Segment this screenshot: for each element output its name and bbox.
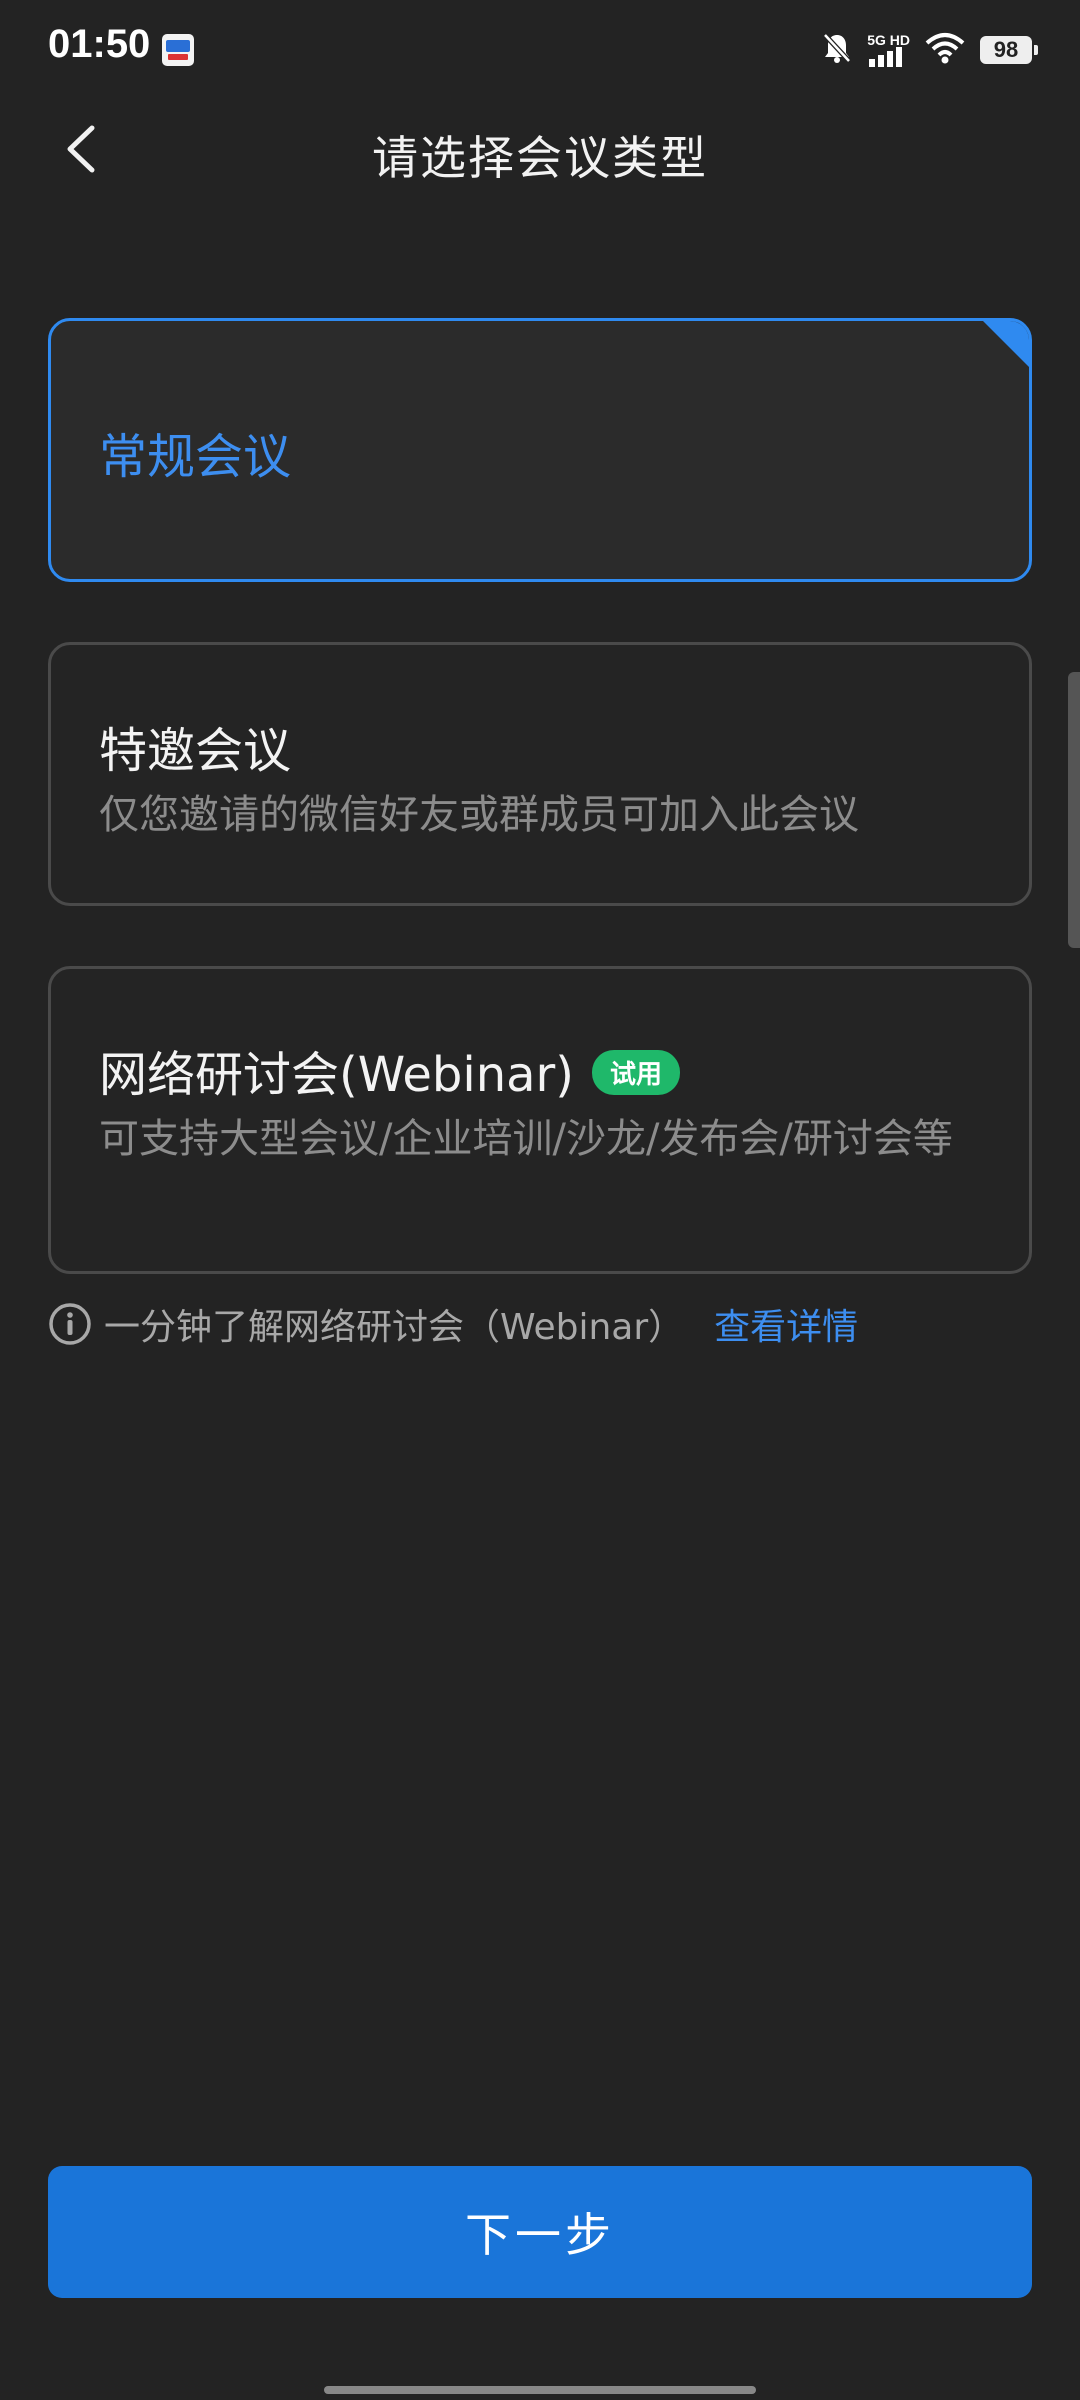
header: 请选择会议类型 xyxy=(0,100,1080,210)
selected-corner-indicator xyxy=(983,321,1029,367)
info-icon xyxy=(49,1303,91,1345)
mute-bell-icon xyxy=(821,31,853,69)
option-description: 仅您邀请的微信好友或群成员可加入此会议 xyxy=(99,792,859,838)
meeting-type-screen: 01:50 5G HD 98 请选择会议类型 常规会议 特邀会议 仅您邀请的微信… xyxy=(0,0,1080,2400)
trial-badge: 试用 xyxy=(592,1049,681,1095)
webinar-info-row: 一分钟了解网络研讨会（Webinar） 查看详情 xyxy=(48,1296,858,1352)
signal-icon: 5G HD xyxy=(867,33,910,67)
page-title: 请选择会议类型 xyxy=(372,131,708,185)
option-webinar[interactable]: 网络研讨会(Webinar) 试用 可支持大型会议/企业培训/沙龙/发布会/研讨会… xyxy=(48,966,1032,1274)
home-indicator[interactable] xyxy=(324,2386,756,2394)
option-regular-meeting[interactable]: 常规会议 xyxy=(48,318,1032,582)
option-title-row: 网络研讨会(Webinar) 试用 xyxy=(99,1035,681,1105)
info-text: 一分钟了解网络研讨会（Webinar） xyxy=(104,1307,685,1348)
option-title: 网络研讨会(Webinar) xyxy=(99,1047,575,1103)
status-icons: 5G HD 98 xyxy=(821,30,1038,70)
option-description: 可支持大型会议/企业培训/沙龙/发布会/研讨会等 xyxy=(99,1116,953,1162)
network-type-label: 5G HD xyxy=(867,32,910,48)
option-title: 特邀会议 xyxy=(99,723,292,779)
status-bar: 01:50 5G HD 98 xyxy=(0,0,1080,100)
next-step-button[interactable]: 下一步 xyxy=(48,2166,1032,2298)
option-title: 常规会议 xyxy=(99,429,292,485)
view-details-link[interactable]: 查看详情 xyxy=(714,1298,858,1350)
scroll-indicator xyxy=(1068,672,1080,948)
option-invited-meeting[interactable]: 特邀会议 仅您邀请的微信好友或群成员可加入此会议 xyxy=(48,642,1032,906)
wifi-icon xyxy=(924,31,966,69)
app-notification-icon xyxy=(162,34,194,66)
status-time: 01:50 xyxy=(48,22,151,66)
battery-icon: 98 xyxy=(980,36,1038,64)
